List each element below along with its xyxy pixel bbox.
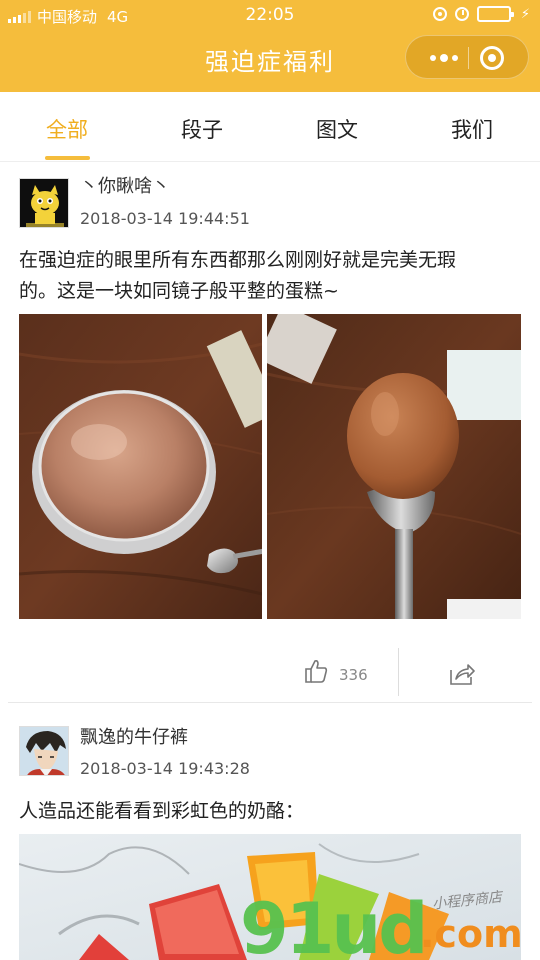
more-menu-icon[interactable] xyxy=(422,36,466,80)
post-content: 在强迫症的眼里所有东西都那么刚刚好就是完美无瑕 的。这是一块如同镜子般平整的蛋糕… xyxy=(19,245,524,307)
post-image-cake[interactable] xyxy=(19,314,262,619)
tab-bar: 全部 段子 图文 我们 xyxy=(0,92,540,162)
post-timestamp: 2018-03-14 19:44:51 xyxy=(80,209,250,228)
status-bar: 中国移动 4G 22:05 ⚡ xyxy=(0,0,540,30)
action-divider xyxy=(398,648,399,696)
post-content-line: 在强迫症的眼里所有东西都那么刚刚好就是完美无瑕 xyxy=(19,249,457,271)
tab-pictures[interactable]: 图文 xyxy=(297,114,377,144)
miniprogram-capsule xyxy=(405,35,529,79)
like-icon[interactable] xyxy=(303,658,329,688)
watermark-logo: 91ud xyxy=(240,888,428,960)
active-tab-indicator xyxy=(45,156,90,160)
post-timestamp: 2018-03-14 19:43:28 xyxy=(80,759,250,778)
post-divider xyxy=(8,702,532,703)
share-icon[interactable] xyxy=(449,662,475,690)
cat-avatar-icon xyxy=(20,179,68,227)
tab-jokes[interactable]: 段子 xyxy=(162,114,242,144)
avatar[interactable] xyxy=(19,178,69,228)
orientation-lock-icon xyxy=(432,7,447,21)
post-username[interactable]: 飘逸的牛仔裤 xyxy=(80,723,188,749)
watermark-domain: .com xyxy=(420,912,523,956)
header-bar: 中国移动 4G 22:05 ⚡ 强迫症福利 xyxy=(0,0,540,92)
avatar[interactable] xyxy=(19,726,69,776)
post-content-line: 的。这是一块如同镜子般平整的蛋糕~ xyxy=(19,280,339,302)
post-image-egg[interactable] xyxy=(267,314,521,619)
capsule-divider xyxy=(468,47,469,69)
like-count: 336 xyxy=(339,666,368,684)
charging-icon: ⚡ xyxy=(520,6,530,22)
tab-about[interactable]: 我们 xyxy=(432,114,512,144)
battery-icon xyxy=(476,6,514,22)
tab-all[interactable]: 全部 xyxy=(27,114,107,144)
post-username[interactable]: 丶你瞅啥丶 xyxy=(80,172,170,198)
alarm-icon xyxy=(454,7,469,21)
post-content: 人造品还能看看到彩虹色的奶酪： xyxy=(19,800,305,822)
anime-avatar-icon xyxy=(20,727,68,775)
close-miniprogram-icon[interactable] xyxy=(480,46,504,70)
